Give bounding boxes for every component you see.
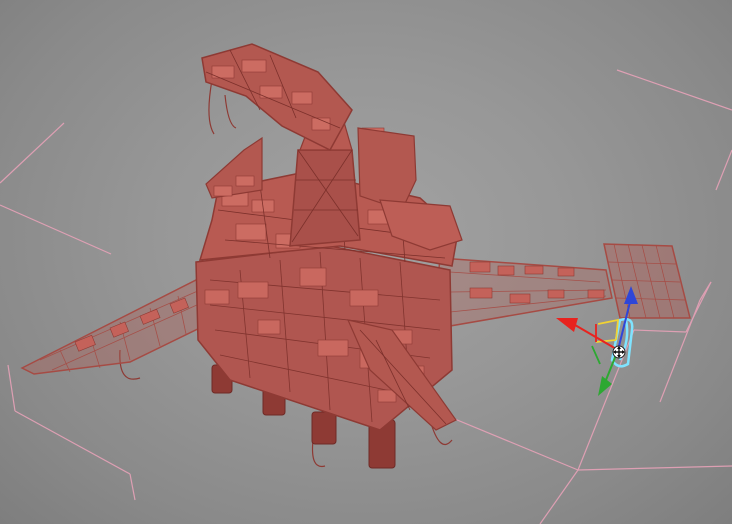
helideck: [603, 243, 691, 319]
right-bridge: [435, 257, 613, 327]
offshore-platform-model[interactable]: [20, 43, 691, 469]
left-walkway: [20, 277, 215, 375]
x-axis-handle[interactable]: [556, 318, 619, 351]
left-support-arm: [205, 136, 263, 199]
3d-viewport[interactable]: [0, 0, 732, 524]
viewport-scene: [0, 43, 732, 524]
move-cursor-icon: [612, 345, 626, 359]
